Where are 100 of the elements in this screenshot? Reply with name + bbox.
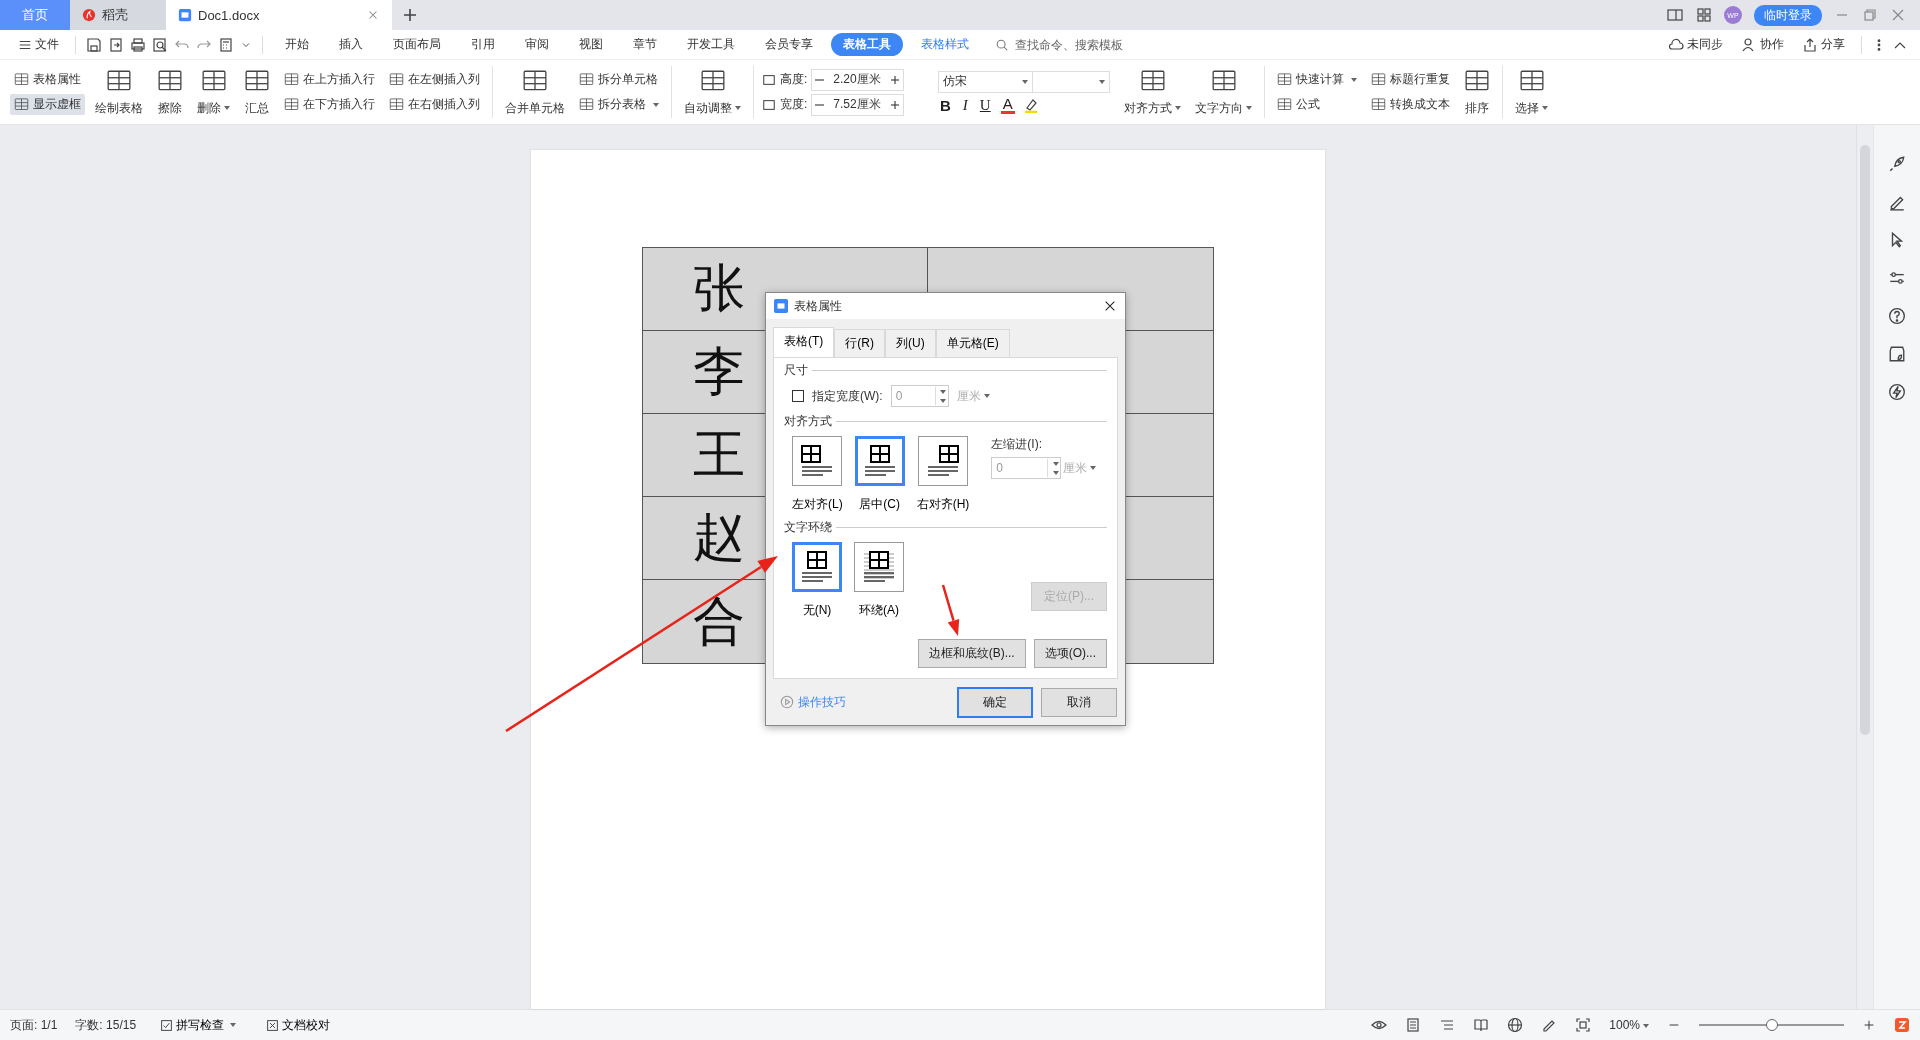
dialog-title: 表格属性 bbox=[794, 297, 842, 315]
dialog-tab[interactable]: 表格(T) bbox=[773, 327, 835, 357]
menu-tab[interactable]: 会员专享 bbox=[753, 33, 825, 56]
document-tab[interactable]: 稻壳 bbox=[70, 0, 166, 30]
zoom-level[interactable]: 100% bbox=[1609, 1018, 1649, 1032]
ribbon-button[interactable]: 在右侧插入列 bbox=[385, 94, 484, 115]
menu-tab[interactable]: 页面布局 bbox=[381, 33, 453, 56]
minus-icon bbox=[815, 78, 825, 81]
ribbon-button[interactable]: 在上方插入行 bbox=[280, 69, 379, 90]
size-field[interactable]: 7.52厘米 bbox=[811, 93, 904, 116]
globe-icon[interactable] bbox=[1507, 1017, 1524, 1033]
ribbon-button[interactable]: 在左侧插入列 bbox=[385, 69, 484, 90]
table-icon bbox=[284, 97, 299, 112]
menu-tab[interactable]: 开发工具 bbox=[675, 33, 747, 56]
ribbon-button[interactable]: 汇总 bbox=[240, 62, 274, 122]
ribbon-button[interactable]: 选择 bbox=[1511, 62, 1552, 122]
section-label: 尺寸 bbox=[784, 362, 808, 379]
ribbon-button[interactable]: 擦除 bbox=[153, 62, 187, 122]
ribbon-button[interactable]: 文字方向 bbox=[1191, 62, 1256, 122]
ribbon-button[interactable]: 标题行重复 bbox=[1367, 69, 1454, 90]
size-field[interactable]: 2.20厘米 bbox=[811, 68, 904, 91]
toolbar-action[interactable]: 协作 bbox=[1735, 35, 1790, 54]
format-button[interactable]: U bbox=[977, 96, 993, 114]
section-label: 对齐方式 bbox=[784, 413, 832, 430]
dialog-button[interactable]: 边框和底纹(B)... bbox=[917, 639, 1026, 668]
export-icon[interactable] bbox=[108, 36, 124, 53]
font-name-field[interactable]: 仿宋 bbox=[938, 70, 1033, 93]
proofread-button[interactable]: 文档校对 bbox=[260, 1015, 337, 1035]
ribbon-button[interactable]: 表格属性 bbox=[10, 69, 85, 90]
ribbon-button[interactable]: 拆分单元格 bbox=[575, 69, 663, 90]
menu-tab[interactable]: 开始 bbox=[273, 33, 321, 56]
ribbon-button[interactable]: 显示虚框 bbox=[10, 94, 85, 115]
toolbar-action[interactable]: 分享 bbox=[1796, 35, 1851, 54]
ribbon-button[interactable]: 转换成文本 bbox=[1367, 94, 1454, 115]
app-logo-icon[interactable] bbox=[1894, 1017, 1910, 1033]
document-icon bbox=[178, 8, 192, 22]
toolbar-action[interactable]: 未同步 bbox=[1662, 35, 1729, 54]
font-size-field[interactable] bbox=[1033, 70, 1110, 93]
ribbon-button[interactable]: 对齐方式 bbox=[1120, 62, 1185, 122]
highlighter-icon[interactable] bbox=[1022, 97, 1039, 113]
sliders-icon[interactable] bbox=[1888, 269, 1906, 287]
help-icon[interactable] bbox=[1888, 307, 1906, 325]
menu-tab[interactable]: 表格样式 bbox=[909, 33, 981, 56]
layout-icon[interactable] bbox=[1666, 7, 1684, 23]
dialog-tab[interactable]: 行(R) bbox=[834, 329, 885, 357]
file-menu[interactable]: 文件 bbox=[12, 35, 65, 54]
spell-check-button[interactable]: 拼写检查 bbox=[154, 1015, 243, 1035]
document-tab[interactable]: Doc1.docx bbox=[166, 0, 392, 30]
save-icon[interactable] bbox=[86, 36, 102, 53]
search-field[interactable]: 查找命令、搜索模板 bbox=[995, 36, 1127, 53]
play-icon bbox=[780, 695, 794, 709]
menu-tab[interactable]: 插入 bbox=[327, 33, 375, 56]
preview-icon[interactable] bbox=[152, 36, 168, 53]
format-button[interactable]: A bbox=[1000, 96, 1015, 114]
x-box-icon bbox=[266, 1018, 280, 1032]
menu-tab[interactable]: 章节 bbox=[621, 33, 669, 56]
ribbon-button[interactable]: 绘制表格 bbox=[91, 62, 147, 122]
scrollbar-thumb[interactable] bbox=[1860, 145, 1870, 735]
checkbox[interactable] bbox=[792, 390, 804, 402]
dialog-tab[interactable]: 单元格(E) bbox=[935, 329, 1010, 357]
ribbon-button[interactable]: 合并单元格 bbox=[501, 62, 569, 122]
close-icon[interactable] bbox=[1103, 299, 1117, 313]
dialog-button[interactable]: 确定 bbox=[957, 686, 1033, 718]
menu-tab[interactable]: 审阅 bbox=[513, 33, 561, 56]
calculator-icon[interactable] bbox=[218, 36, 234, 53]
bolt-icon[interactable] bbox=[1888, 383, 1906, 401]
page-view-icon[interactable] bbox=[1405, 1017, 1422, 1033]
grid-icon[interactable] bbox=[1696, 7, 1712, 23]
dialog-button[interactable]: 取消 bbox=[1041, 687, 1117, 717]
format-button[interactable]: B bbox=[938, 96, 953, 114]
checkbox-label: 指定宽度(W): bbox=[812, 387, 883, 405]
zoom-in-icon[interactable] bbox=[1862, 1018, 1876, 1032]
menu-tab[interactable]: 表格工具 bbox=[831, 33, 903, 56]
ribbon-button[interactable]: 排序 bbox=[1460, 62, 1494, 122]
fit-icon[interactable] bbox=[1575, 1017, 1592, 1033]
store-icon[interactable] bbox=[1888, 345, 1906, 363]
book-icon[interactable] bbox=[1473, 1017, 1490, 1033]
print-icon[interactable] bbox=[130, 36, 146, 53]
rocket-icon[interactable] bbox=[1888, 155, 1906, 173]
table-layout-icon bbox=[925, 444, 961, 478]
search-icon bbox=[995, 37, 1009, 52]
ribbon-button[interactable]: 删除 bbox=[193, 62, 234, 122]
dialog-button[interactable]: 选项(O)... bbox=[1033, 639, 1107, 668]
arrow-annotation bbox=[941, 584, 960, 636]
login-button[interactable]: 临时登录 bbox=[1754, 4, 1822, 26]
ribbon-button[interactable]: 公式 bbox=[1273, 94, 1361, 115]
ribbon-button[interactable]: 拆分表格 bbox=[575, 94, 663, 115]
menu-tab[interactable]: 视图 bbox=[567, 33, 615, 56]
new-tab-icon[interactable] bbox=[402, 7, 418, 23]
ribbon-button[interactable]: 在下方插入行 bbox=[280, 94, 379, 115]
menu-tab[interactable]: 引用 bbox=[459, 33, 507, 56]
ribbon-button[interactable]: 自动调整 bbox=[680, 62, 745, 122]
share-icon bbox=[1802, 36, 1818, 53]
section-label: 文字环绕 bbox=[784, 519, 832, 536]
table-icon bbox=[579, 72, 594, 87]
ribbon-button[interactable]: 快速计算 bbox=[1273, 69, 1361, 90]
dialog-tab[interactable]: 列(U) bbox=[885, 329, 936, 357]
table-icon bbox=[579, 97, 594, 112]
format-button[interactable]: I bbox=[960, 96, 970, 114]
table-icon bbox=[389, 72, 404, 87]
